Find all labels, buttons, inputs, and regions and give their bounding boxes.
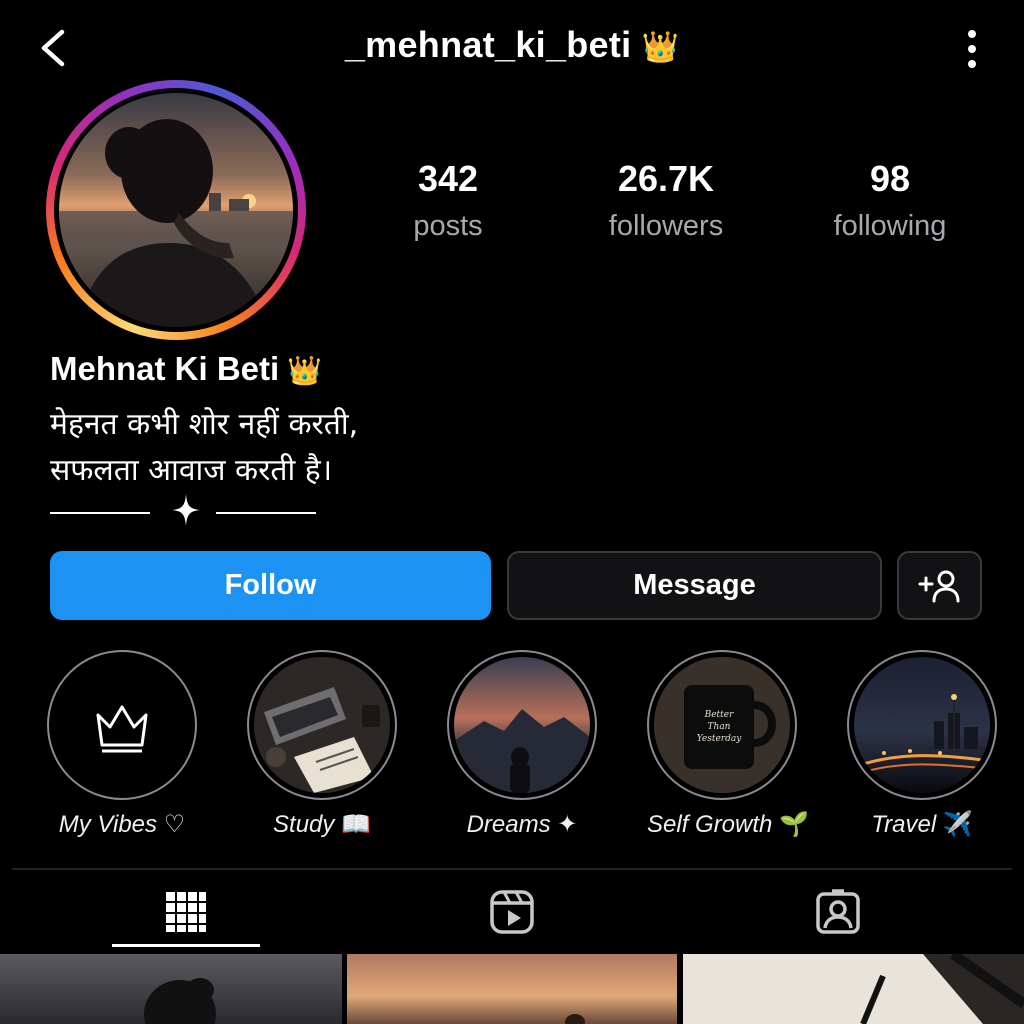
highlight-ring: Better Than Yesterday (647, 650, 797, 800)
avatar-photo (59, 93, 293, 327)
follow-button[interactable]: Follow (50, 551, 491, 620)
post-photo (144, 978, 216, 1024)
bio-line-2: सफलता आवाज करती है। (50, 453, 333, 488)
display-name: Mehnat Ki Beti 👑 (50, 350, 322, 388)
username-text: _mehnat_ki_beti (344, 24, 632, 65)
highlight-self-growth[interactable]: Better Than Yesterday Self Growth 🌱 (647, 650, 809, 839)
following-label: following (833, 210, 947, 242)
mug-image: Better Than Yesterday (654, 657, 790, 793)
highlight-ring (47, 650, 197, 800)
tab-reels[interactable] (488, 888, 536, 936)
highlight-label: My Vibes ♡ (58, 811, 186, 838)
highlight-cover (254, 657, 390, 793)
following-stat[interactable]: 98 following (790, 158, 990, 243)
followers-count: 26.7K (617, 158, 715, 199)
highlight-travel[interactable]: Travel ✈️ (847, 650, 997, 839)
highlight-study[interactable]: Study 📖 (247, 650, 397, 839)
add-user-button[interactable] (897, 551, 982, 620)
highlight-my-vibes[interactable]: My Vibes ♡ (47, 650, 197, 839)
bio-line-1: मेहनत कभी शोर नहीं करती, (50, 407, 359, 442)
reels-icon (490, 890, 534, 934)
bio-divider-right (216, 512, 316, 514)
avatar-silhouette (59, 119, 293, 327)
display-name-crown: 👑 (287, 355, 323, 386)
svg-text:Better: Better (704, 710, 734, 720)
message-button[interactable]: Message (507, 551, 882, 620)
profile-avatar[interactable] (46, 80, 306, 340)
bio-divider-left (50, 512, 150, 514)
highlight-ring (247, 650, 397, 800)
following-count: 98 (869, 158, 911, 199)
posts-count: 342 (417, 158, 479, 199)
highlight-ring (447, 650, 597, 800)
sparkle-icon (172, 494, 200, 526)
followers-stat[interactable]: 26.7K followers (566, 158, 766, 243)
post-thumbnail[interactable] (683, 954, 1024, 1024)
highlight-dreams[interactable]: Dreams ✦ (447, 650, 597, 839)
highlight-label: Travel ✈️ (871, 811, 973, 838)
profile-username: _mehnat_ki_beti 👑 (0, 24, 1024, 66)
tab-tagged[interactable] (814, 888, 862, 936)
tagged-icon (816, 889, 860, 934)
post-photo (565, 1014, 585, 1024)
tab-posts-grid[interactable] (162, 888, 210, 936)
study-desk-image (254, 657, 390, 793)
highlight-cover: Better Than Yesterday (654, 657, 790, 793)
display-name-text: Mehnat Ki Beti (50, 350, 280, 387)
grid-icon (166, 892, 206, 932)
post-photo (683, 954, 1024, 1024)
posts-label: posts (413, 210, 483, 242)
svg-text:Than: Than (708, 722, 731, 732)
mountain-silhouette-image (454, 709, 590, 793)
active-tab-indicator (112, 944, 260, 947)
followers-label: followers (608, 210, 724, 242)
crown-badge: 👑 (641, 31, 680, 64)
svg-text:Yesterday: Yesterday (697, 734, 742, 744)
highlight-cover (854, 657, 990, 793)
tabs-divider (12, 868, 1012, 870)
highlight-cover (54, 657, 190, 793)
post-thumbnail[interactable] (347, 954, 677, 1024)
more-options-icon[interactable] (962, 28, 982, 70)
highlight-cover (454, 657, 590, 793)
highlight-ring (847, 650, 997, 800)
highlight-label: Self Growth 🌱 (647, 811, 809, 838)
posts-stat[interactable]: 342 posts (348, 158, 548, 243)
post-thumbnail[interactable] (0, 954, 342, 1024)
crown-icon (96, 705, 148, 753)
city-night-image (854, 694, 990, 776)
highlight-label: Study 📖 (273, 811, 371, 838)
add-person-icon (918, 570, 959, 602)
highlight-label: Dreams ✦ (466, 811, 578, 838)
avatar-border (54, 88, 298, 332)
